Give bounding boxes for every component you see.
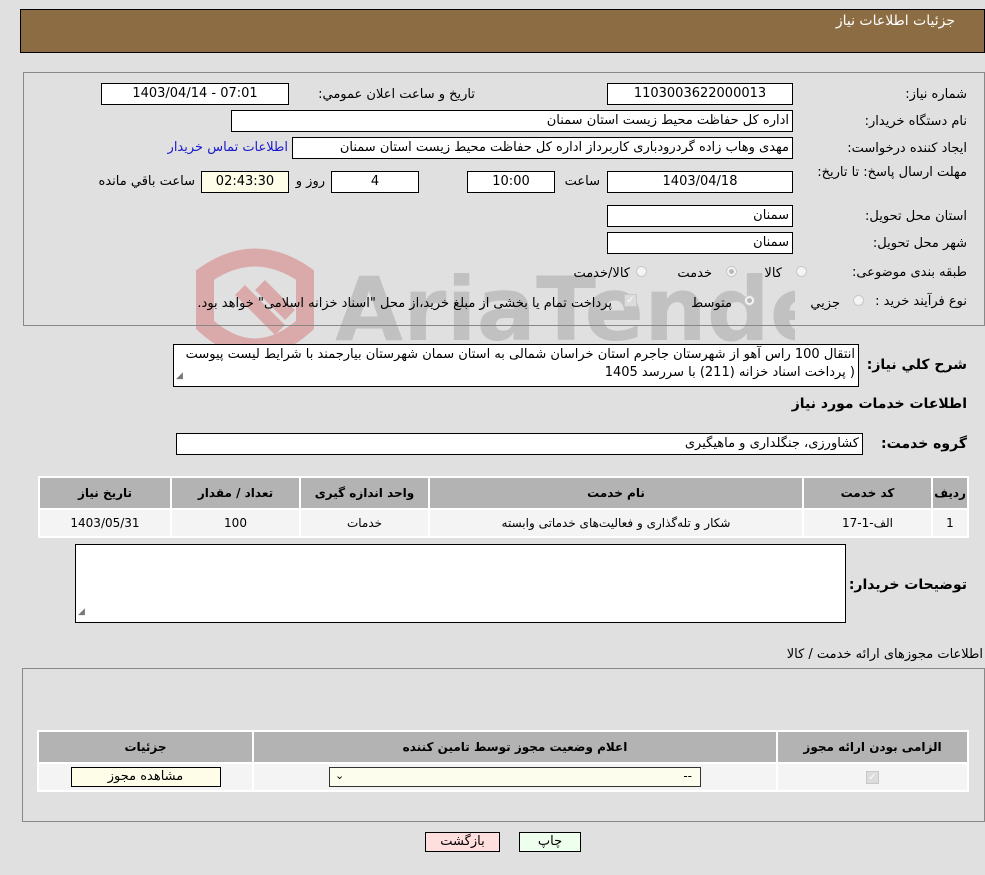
description-textarea[interactable]: انتقال 100 راس آهو از شهرستان جاجرم استا… (173, 344, 859, 387)
cell-service-name: شکار و تله‌گذاری و فعالیت‌های خدماتی واب… (430, 510, 802, 536)
purchase-type-radio-minor[interactable] (853, 295, 864, 306)
buyer-org-field: اداره کل حفاظت محیط زیست استان سمنان (231, 110, 793, 132)
delivery-province-field: سمنان (607, 205, 793, 227)
delivery-city-field: سمنان (607, 232, 793, 254)
col-row-number: ردیف (933, 478, 967, 508)
treasury-note: پرداخت تمام یا بخشی از مبلغ خرید،از محل … (197, 296, 612, 311)
description-label: شرح کلي نیاز: (866, 357, 967, 373)
cell-permit-status: -- ⌄ (254, 764, 776, 790)
cell-permit-details: مشاهده مجوز (39, 764, 252, 790)
table-row: 1 الف-1-17 شکار و تله‌گذاری و فعالیت‌های… (40, 510, 967, 536)
col-permit-details: جزئیات (39, 732, 252, 762)
permit-status-value: -- (683, 769, 692, 783)
announce-datetime-label: تاریخ و ساعت اعلان عمومي: (318, 87, 475, 102)
col-permit-status: اعلام وضعیت مجوز توسط تامین کننده (254, 732, 776, 762)
category-radio-goods[interactable] (796, 266, 807, 277)
purchase-type-radio-medium[interactable] (744, 295, 755, 306)
category-option-service: خدمت (677, 266, 712, 281)
delivery-province-label: استان محل تحویل: (865, 209, 967, 224)
requester-label: ایجاد کننده درخواست: (847, 141, 967, 156)
resize-grip-icon: ◢ (176, 371, 183, 381)
col-unit: واحد اندازه گیری (301, 478, 428, 508)
purchase-type-option-minor: جزيي (810, 296, 840, 311)
table-row: ✓ -- ⌄ مشاهده مجوز (39, 764, 967, 790)
col-need-date: تاریخ نیاز (40, 478, 170, 508)
chevron-down-icon: ⌄ (335, 769, 345, 782)
buyer-org-label: نام دستگاه خریدار: (864, 114, 967, 129)
deadline-time-label: ساعت (564, 174, 600, 189)
permits-section-title: اطلاعات مجوزهای ارائه خدمت / کالا (786, 647, 983, 662)
col-permit-required: الزامی بودن ارائه مجوز (778, 732, 967, 762)
buyer-notes-textarea[interactable]: ◢ (75, 544, 846, 623)
cell-need-date: 1403/05/31 (40, 510, 170, 536)
resize-grip-icon: ◢ (78, 607, 85, 617)
back-button[interactable]: بازگشت (425, 832, 500, 852)
services-table-header: ردیف کد خدمت نام خدمت واحد اندازه گیری ت… (40, 478, 967, 508)
announce-datetime-field: 1403/04/14 - 07:01 (101, 83, 289, 105)
purchase-type-option-medium: متوسط (691, 296, 732, 311)
cell-quantity: 100 (172, 510, 299, 536)
delivery-city-label: شهر محل تحویل: (872, 236, 967, 251)
purchase-type-label: نوع فرآیند خرید : (875, 294, 967, 309)
category-radio-service[interactable] (726, 266, 737, 277)
days-label: روز و (295, 174, 325, 189)
permits-table-header: الزامی بودن ارائه مجوز اعلام وضعیت مجوز … (39, 732, 967, 762)
service-group-label: گروه خدمت: (881, 436, 967, 452)
col-quantity: تعداد / مقدار (172, 478, 299, 508)
remaining-time-field: 02:43:30 (201, 171, 289, 193)
cell-permit-required: ✓ (778, 764, 967, 790)
permit-required-checkbox[interactable]: ✓ (866, 771, 879, 784)
description-text: انتقال 100 راس آهو از شهرستان جاجرم استا… (185, 347, 855, 380)
category-option-goods-service: کالا/خدمت (573, 266, 630, 281)
buyer-contact-link[interactable]: اطلاعات تماس خریدار (168, 140, 288, 155)
service-group-field: کشاورزی، جنگلداری و ماهیگیری (176, 433, 863, 455)
deadline-time-field: 10:00 (467, 171, 555, 193)
treasury-checkbox[interactable]: ✓ (624, 294, 637, 307)
permit-status-select[interactable]: -- ⌄ (329, 767, 701, 787)
need-number-field: 1103003622000013 (607, 83, 793, 105)
services-table: ردیف کد خدمت نام خدمت واحد اندازه گیری ت… (38, 476, 969, 538)
page-title: جزئیات اطلاعات نیاز (835, 13, 955, 29)
remaining-days-field: 4 (331, 171, 419, 193)
requester-field: مهدی وهاب زاده گردرودباری کاربرداز اداره… (292, 137, 793, 159)
services-section-title: اطلاعات خدمات مورد نیاز (791, 396, 967, 412)
cell-service-code: الف-1-17 (804, 510, 931, 536)
cell-row-number: 1 (933, 510, 967, 536)
category-radio-goods-service[interactable] (636, 266, 647, 277)
print-button[interactable]: چاپ (519, 832, 581, 852)
category-option-goods: کالا (764, 266, 782, 281)
deadline-label: مهلت ارسال پاسخ: تا تاریخ: (817, 165, 967, 180)
category-label: طبقه بندی موضوعی: (851, 265, 967, 280)
col-service-name: نام خدمت (430, 478, 802, 508)
deadline-date-field: 1403/04/18 (607, 171, 793, 193)
view-permit-button[interactable]: مشاهده مجوز (70, 767, 221, 787)
cell-unit: خدمات (301, 510, 428, 536)
permits-table: الزامی بودن ارائه مجوز اعلام وضعیت مجوز … (37, 730, 969, 792)
need-number-label: شماره نیاز: (905, 87, 967, 102)
remaining-time-label: ساعت باقي مانده (98, 174, 195, 189)
buyer-notes-label: توضیحات خریدار: (848, 577, 967, 593)
col-service-code: کد خدمت (804, 478, 931, 508)
